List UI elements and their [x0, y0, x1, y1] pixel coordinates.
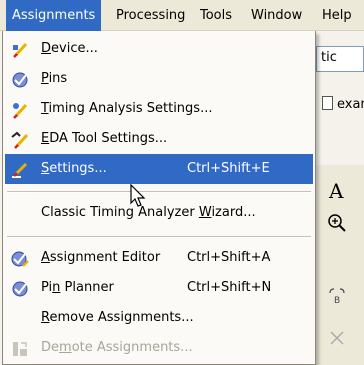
menu-separator — [7, 191, 311, 193]
menu-item-timing-analysis-settings[interactable]: Timing Analysis Settings... — [5, 94, 313, 124]
mouse-cursor-icon — [130, 184, 146, 207]
settings-shortcut: Ctrl+Shift+E — [187, 161, 270, 176]
menu-separator — [7, 236, 311, 238]
background-toolbar: A B — [308, 165, 364, 365]
document-icon — [322, 96, 333, 110]
pins-icon — [12, 72, 28, 88]
menu-item-eda-tool-settings[interactable]: EDA Tool Settings... — [5, 124, 313, 154]
timing-analysis-icon — [13, 103, 28, 119]
menu-item-pins[interactable]: Pins — [5, 64, 313, 94]
unused-tool-icon — [330, 331, 344, 345]
menu-bar: Assignments Processing Tools Window Help — [0, 0, 364, 31]
menu-assignments[interactable]: Assignments — [6, 0, 102, 31]
menu-window[interactable]: Window — [245, 0, 308, 31]
eda-tool-icon — [11, 131, 29, 149]
device-icon — [13, 42, 28, 58]
menu-item-demote-assignments: Demote Assignments... — [5, 333, 313, 363]
background-tab-label: exam — [337, 97, 364, 112]
menu-item-pin-planner[interactable]: Pin Planner Ctrl+Shift+N — [5, 273, 313, 303]
assignment-editor-icon — [11, 251, 29, 267]
menu-item-remove-assignments[interactable]: Remove Assignments... — [5, 303, 313, 333]
background-tab[interactable]: exam — [322, 96, 364, 112]
assignments-dropdown-menu: Device... Pins Timing Analysis Settings.… — [2, 31, 316, 365]
menu-item-device[interactable]: Device... — [5, 34, 313, 64]
pin-planner-shortcut: Ctrl+Shift+N — [187, 280, 272, 295]
menu-item-settings[interactable]: Settings... Ctrl+Shift+E — [5, 154, 313, 184]
background-text-field[interactable]: tic — [316, 46, 364, 72]
menu-processing[interactable]: Processing — [110, 0, 191, 31]
demote-icon — [13, 342, 27, 356]
pin-planner-icon — [12, 281, 28, 297]
menu-item-assignment-editor[interactable]: Assignment Editor Ctrl+Shift+A — [5, 243, 313, 273]
settings-icon — [12, 162, 28, 178]
text-tool-button[interactable]: A — [329, 179, 343, 203]
menu-tools[interactable]: Tools — [194, 0, 238, 31]
background-field-text: tic — [321, 50, 337, 65]
zoom-in-icon[interactable] — [327, 213, 347, 233]
menu-item-classic-timing-analyzer-wizard[interactable]: Classic Timing Analyzer Wizard... — [5, 198, 313, 228]
node-finder-icon[interactable]: B — [327, 287, 347, 307]
menu-help[interactable]: Help — [316, 0, 358, 31]
assignment-editor-shortcut: Ctrl+Shift+A — [187, 250, 271, 265]
svg-text:B: B — [334, 296, 340, 306]
